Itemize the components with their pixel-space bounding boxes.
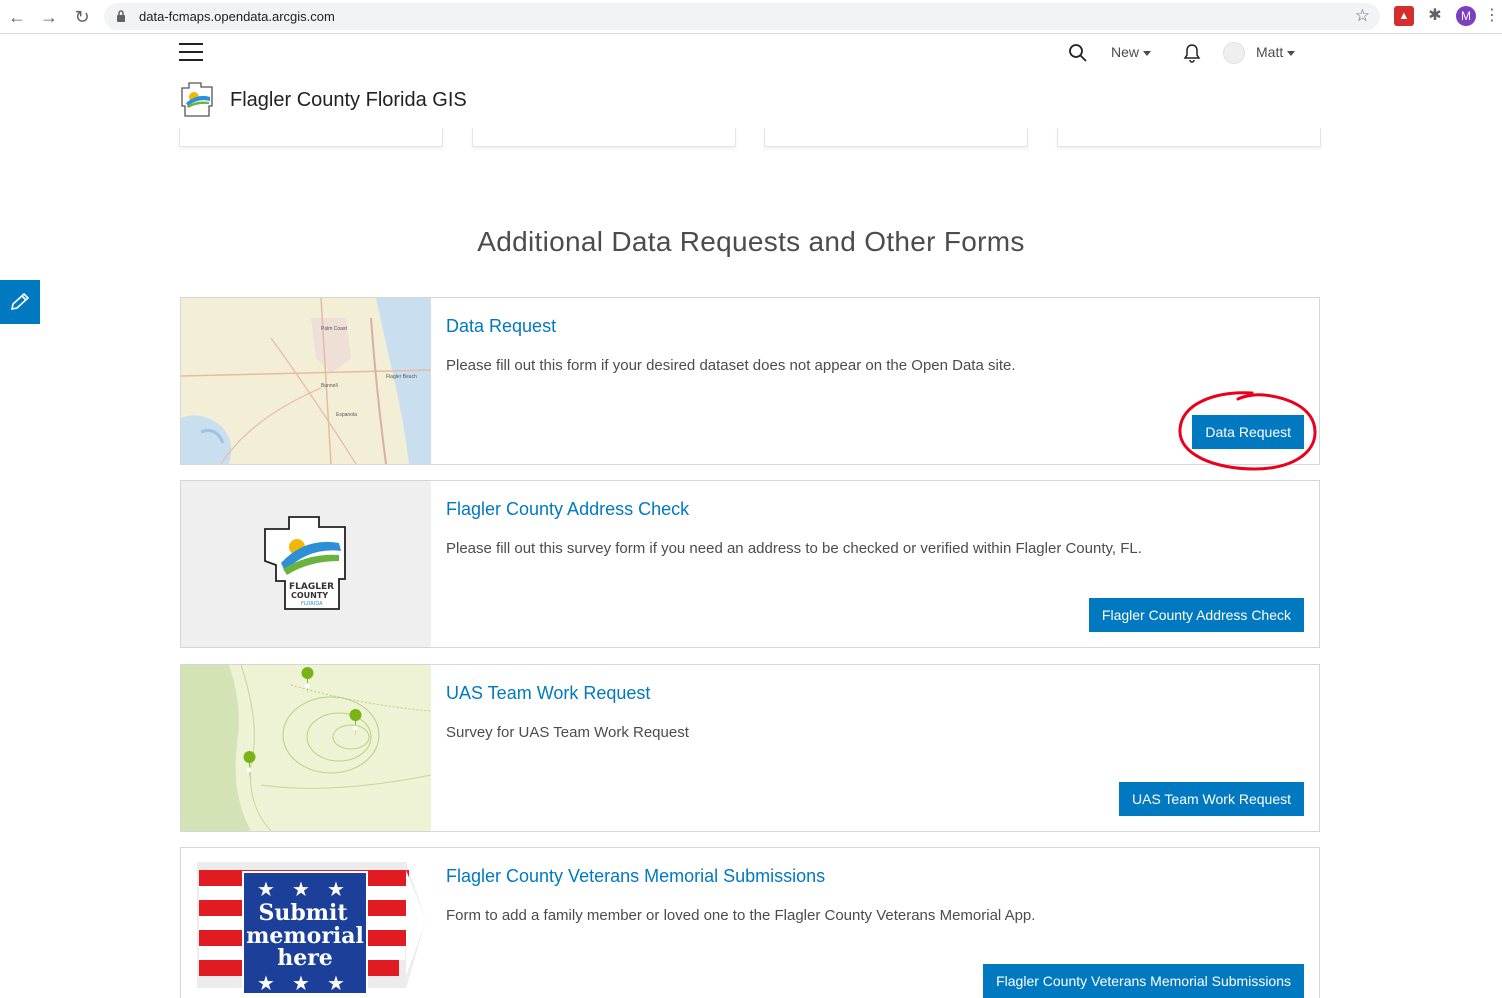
browser-toolbar: ← → ↻ data-fcmaps.opendata.arcgis.com ☆ … — [0, 0, 1502, 34]
county-logo-icon: FLAGLER COUNTY FLORIDA — [264, 516, 346, 610]
hamburger-menu-icon[interactable] — [179, 43, 203, 63]
forward-arrow-icon[interactable]: → — [38, 6, 60, 28]
bell-icon[interactable] — [1182, 43, 1202, 63]
map-label: Bunnell — [321, 383, 338, 389]
user-dropdown[interactable]: Matt — [1256, 44, 1296, 60]
card-title[interactable]: Flagler County Veterans Memorial Submiss… — [446, 866, 825, 887]
search-icon[interactable] — [1068, 43, 1088, 63]
top-card-remnant — [1057, 128, 1321, 147]
data-request-button[interactable]: Data Request — [1192, 415, 1304, 449]
topo-map-thumbnail — [181, 665, 431, 831]
svg-text:★: ★ — [257, 971, 275, 995]
browser-menu-icon[interactable]: ⋮ — [1484, 6, 1500, 26]
extensions-puzzle-icon[interactable]: ✱ — [1425, 6, 1445, 26]
memorial-text: here — [277, 945, 333, 971]
url-text: data-fcmaps.opendata.arcgis.com — [139, 9, 335, 24]
card-description: Please fill out this form if your desire… — [446, 357, 1016, 374]
edit-pencil-button[interactable] — [0, 280, 40, 324]
logo-text: FLORIDA — [301, 601, 323, 607]
form-card-data-request: Palm Coast Bunnell Flagler Beach Espanol… — [180, 297, 1320, 465]
card-description: Survey for UAS Team Work Request — [446, 724, 689, 741]
veterans-memorial-button[interactable]: Flagler County Veterans Memorial Submiss… — [983, 964, 1304, 998]
svg-text:★: ★ — [327, 971, 345, 995]
card-title[interactable]: Flagler County Address Check — [446, 499, 689, 520]
pencil-icon — [10, 292, 30, 311]
chevron-down-icon — [1287, 50, 1296, 56]
svg-text:★: ★ — [292, 877, 310, 901]
top-card-remnant — [764, 128, 1028, 147]
uas-request-button[interactable]: UAS Team Work Request — [1119, 782, 1304, 816]
top-card-remnant — [179, 128, 443, 147]
new-dropdown[interactable]: New — [1111, 44, 1152, 60]
memorial-thumbnail: ★ ★ ★ ★ ★ ★ Submit memorial here — [181, 848, 431, 998]
section-heading: Additional Data Requests and Other Forms — [477, 226, 1025, 257]
back-arrow-icon[interactable]: ← — [6, 6, 28, 28]
chevron-down-icon — [1143, 50, 1152, 56]
map-label: Palm Coast — [321, 326, 347, 332]
site-title[interactable]: Flagler County Florida GIS — [230, 89, 467, 112]
card-description: Form to add a family member or loved one… — [446, 907, 1036, 924]
map-label: Flagler Beach — [386, 374, 417, 380]
svg-text:★: ★ — [327, 877, 345, 901]
new-label: New — [1111, 44, 1140, 60]
address-check-button[interactable]: Flagler County Address Check — [1088, 598, 1304, 632]
form-card-address-check: FLAGLER COUNTY FLORIDA Flagler County Ad… — [180, 480, 1320, 648]
card-title[interactable]: Data Request — [446, 316, 556, 337]
form-card-veterans-memorial: ★ ★ ★ ★ ★ ★ Submit memorial here Flagler Cou… — [180, 847, 1320, 998]
address-bar[interactable]: data-fcmaps.opendata.arcgis.com ☆ — [104, 3, 1380, 30]
svg-text:★: ★ — [292, 971, 310, 995]
profile-avatar[interactable]: M — [1456, 6, 1476, 26]
svg-text:★: ★ — [257, 877, 275, 901]
card-description: Please fill out this survey form if you … — [446, 540, 1142, 557]
reload-icon[interactable]: ↻ — [71, 6, 93, 28]
county-logo-icon[interactable] — [179, 80, 215, 118]
pdf-extension-icon[interactable]: ▲ — [1394, 6, 1414, 26]
bookmark-star-icon[interactable]: ☆ — [1355, 6, 1370, 26]
lock-icon — [117, 10, 125, 22]
logo-text: COUNTY — [291, 591, 328, 600]
form-card-uas-request: UAS Team Work Request Survey for UAS Tea… — [180, 664, 1320, 832]
top-card-remnant — [472, 128, 736, 147]
map-label: Espanola — [336, 412, 357, 418]
logo-thumbnail: FLAGLER COUNTY FLORIDA — [181, 481, 431, 647]
user-name: Matt — [1256, 44, 1284, 60]
user-avatar[interactable] — [1223, 42, 1245, 64]
map-thumbnail: Palm Coast Bunnell Flagler Beach Espanol… — [181, 298, 431, 464]
card-title[interactable]: UAS Team Work Request — [446, 683, 650, 704]
